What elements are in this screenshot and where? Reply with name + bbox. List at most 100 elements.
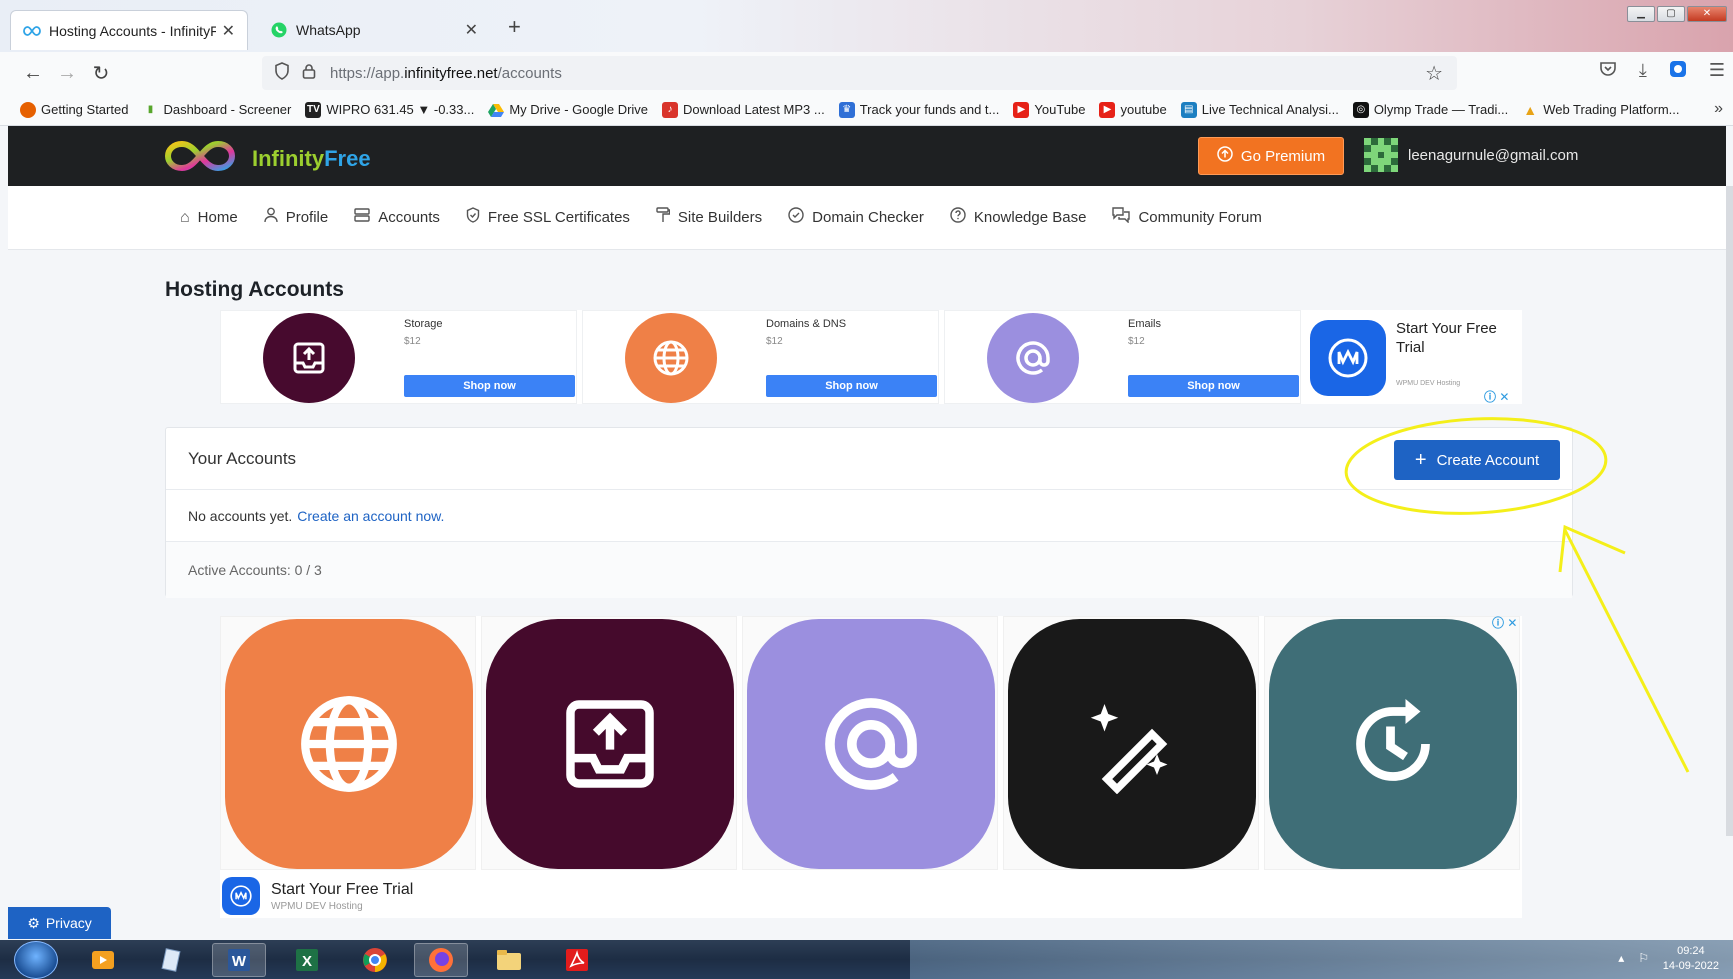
windows-taskbar: W X ▴ ⚐ 09:24 14-09-2022 bbox=[0, 940, 1733, 979]
empty-state: No accounts yet. Create an account now. bbox=[166, 490, 1572, 542]
start-button[interactable] bbox=[14, 941, 58, 979]
nav-item-site-builders[interactable]: Site Builders bbox=[656, 207, 762, 228]
clock[interactable]: 09:24 14-09-2022 bbox=[1663, 944, 1719, 974]
at-sign-icon bbox=[747, 619, 995, 869]
ad-price: $12 bbox=[404, 336, 421, 347]
new-tab-icon[interactable]: + bbox=[508, 14, 521, 40]
download-icon[interactable]: ⤓ bbox=[1639, 60, 1647, 83]
privacy-button[interactable]: ⚙ Privacy bbox=[8, 907, 111, 939]
history-icon bbox=[1269, 619, 1517, 869]
globe-icon bbox=[625, 313, 717, 403]
nav-item-community-forum[interactable]: Community Forum bbox=[1112, 207, 1262, 228]
ad-choices-icon[interactable]: ⓘ ✕ bbox=[1484, 388, 1509, 405]
nav-item-knowledge-base[interactable]: Knowledge Base bbox=[950, 207, 1087, 228]
close-tab-icon[interactable]: ✕ bbox=[465, 20, 478, 40]
svg-text:W: W bbox=[232, 953, 247, 970]
bookmark-item[interactable]: ▤ Live Technical Analysi... bbox=[1180, 101, 1339, 118]
flag-icon[interactable]: ⚐ bbox=[1638, 951, 1649, 965]
tracking-shield-icon[interactable] bbox=[274, 62, 290, 84]
nav-item-accounts[interactable]: Accounts bbox=[354, 208, 440, 227]
tab-hosting-accounts[interactable]: Hosting Accounts - InfinityFree ✕ bbox=[10, 10, 248, 50]
show-hidden-icons-icon[interactable]: ▴ bbox=[1618, 951, 1624, 965]
ad-tile bbox=[742, 616, 998, 870]
comments-icon bbox=[1112, 207, 1131, 228]
taskbar-glass bbox=[910, 940, 1733, 979]
bookmark-item[interactable]: ▲ Web Trading Platform... bbox=[1522, 102, 1679, 118]
scrollbar[interactable] bbox=[1726, 186, 1733, 836]
menu-icon[interactable]: ☰ bbox=[1709, 60, 1725, 83]
ad-choices-icon[interactable]: ⓘ ✕ bbox=[1492, 614, 1517, 631]
maximize-icon[interactable]: ▢ bbox=[1657, 6, 1685, 22]
ad-tile bbox=[220, 616, 476, 870]
shield-icon bbox=[466, 207, 480, 228]
create-account-link[interactable]: Create an account now. bbox=[297, 508, 444, 524]
lock-icon[interactable] bbox=[302, 63, 316, 83]
drive-icon bbox=[488, 102, 505, 118]
bookmark-item[interactable]: My Drive - Google Drive bbox=[488, 102, 648, 118]
ad-footer-text: Start Your Free Trial WPMU DEV Hosting bbox=[271, 881, 413, 912]
bookmark-label: Live Technical Analysi... bbox=[1201, 102, 1339, 117]
site-logo[interactable]: InfinityFree bbox=[164, 138, 371, 179]
page-title: Hosting Accounts bbox=[165, 278, 344, 301]
acrobat-icon[interactable] bbox=[550, 943, 604, 977]
plus-icon: + bbox=[1414, 449, 1427, 471]
music-icon: ♪ bbox=[662, 101, 679, 118]
shop-now-button[interactable]: Shop now bbox=[1128, 375, 1299, 397]
ad-footer-subtitle: WPMU DEV Hosting bbox=[271, 900, 363, 912]
ad-card-emails[interactable]: Emails $12 Shop now bbox=[944, 310, 1301, 404]
nav-item-domain-checker[interactable]: Domain Checker bbox=[788, 207, 924, 228]
close-window-icon[interactable]: ✕ bbox=[1687, 6, 1727, 22]
bookmark-item[interactable]: ▶ YouTube bbox=[1013, 101, 1085, 118]
ad-footer: Start Your Free Trial WPMU DEV Hosting bbox=[220, 874, 1522, 918]
forward-icon[interactable]: → bbox=[50, 62, 84, 85]
url-prefix: https://app. bbox=[330, 64, 405, 82]
bottom-ad-banner[interactable]: ⓘ ✕ Start Your Free Trial WPMU DEV Hosti… bbox=[220, 616, 1522, 918]
bookmark-item[interactable]: TV WIPRO 631.45 ▼ -0.33... bbox=[305, 101, 474, 118]
bookmark-item[interactable]: ◎ Olymp Trade — Tradi... bbox=[1352, 101, 1508, 118]
nav-item-home[interactable]: ⌂ Home bbox=[180, 209, 238, 227]
bookmark-item[interactable]: ♛ Track your funds and t... bbox=[838, 101, 999, 118]
notepad-icon[interactable] bbox=[144, 943, 198, 977]
extension-icon[interactable] bbox=[1669, 60, 1687, 83]
reload-icon[interactable]: ↻ bbox=[84, 61, 118, 86]
nav-item-profile[interactable]: Profile bbox=[263, 207, 328, 228]
arrow-up-circle-icon bbox=[1217, 146, 1233, 166]
upload-tray-icon bbox=[263, 313, 355, 403]
chevron-right-icon[interactable]: » bbox=[1714, 100, 1723, 118]
firefox-icon[interactable] bbox=[414, 943, 468, 977]
card-header: Your Accounts + Create Account bbox=[166, 428, 1572, 490]
bookmark-item[interactable]: ▮ Dashboard - Screener bbox=[142, 102, 292, 118]
file-explorer-icon[interactable] bbox=[482, 943, 536, 977]
go-premium-button[interactable]: Go Premium bbox=[1198, 137, 1344, 175]
user-icon bbox=[263, 207, 278, 228]
at-sign-icon bbox=[987, 313, 1079, 403]
ad-card-storage[interactable]: Storage $12 Shop now bbox=[220, 310, 577, 404]
ad-card-domains[interactable]: Domains & DNS $12 Shop now bbox=[582, 310, 939, 404]
minimize-icon[interactable]: ▁ bbox=[1627, 6, 1655, 22]
bookmark-item[interactable]: ▶ youtube bbox=[1099, 101, 1167, 118]
nav-label: Knowledge Base bbox=[973, 209, 1087, 226]
chrome-icon[interactable] bbox=[348, 943, 402, 977]
nav-label: Accounts bbox=[378, 209, 440, 226]
bookmark-star-icon[interactable]: ☆ bbox=[1425, 61, 1443, 86]
bookmark-item[interactable]: ♪ Download Latest MP3 ... bbox=[662, 101, 825, 118]
gear-icon: ⚙ bbox=[27, 914, 40, 931]
close-tab-icon[interactable]: ✕ bbox=[222, 21, 235, 41]
back-icon[interactable]: ← bbox=[16, 62, 50, 85]
media-player-icon[interactable] bbox=[76, 943, 130, 977]
bar-chart-icon: ▮ bbox=[147, 104, 154, 115]
nav-item-ssl[interactable]: Free SSL Certificates bbox=[466, 207, 630, 228]
upload-tray-icon bbox=[486, 619, 734, 869]
create-account-button[interactable]: + Create Account bbox=[1394, 440, 1560, 480]
pocket-icon[interactable] bbox=[1599, 60, 1617, 83]
shop-now-button[interactable]: Shop now bbox=[766, 375, 937, 397]
shop-now-button[interactable]: Shop now bbox=[404, 375, 575, 397]
ad-tile bbox=[1264, 616, 1520, 870]
word-icon[interactable]: W bbox=[212, 943, 266, 977]
bookmark-item[interactable]: Getting Started bbox=[20, 101, 128, 118]
create-account-label: Create Account bbox=[1436, 451, 1540, 469]
user-menu[interactable]: leenagurnule@gmail.com bbox=[1364, 138, 1578, 172]
tab-whatsapp[interactable]: WhatsApp ✕ bbox=[258, 10, 490, 50]
excel-icon[interactable]: X bbox=[280, 943, 334, 977]
address-bar[interactable]: https://app. infinityfree.net/accounts ☆ bbox=[262, 56, 1457, 90]
